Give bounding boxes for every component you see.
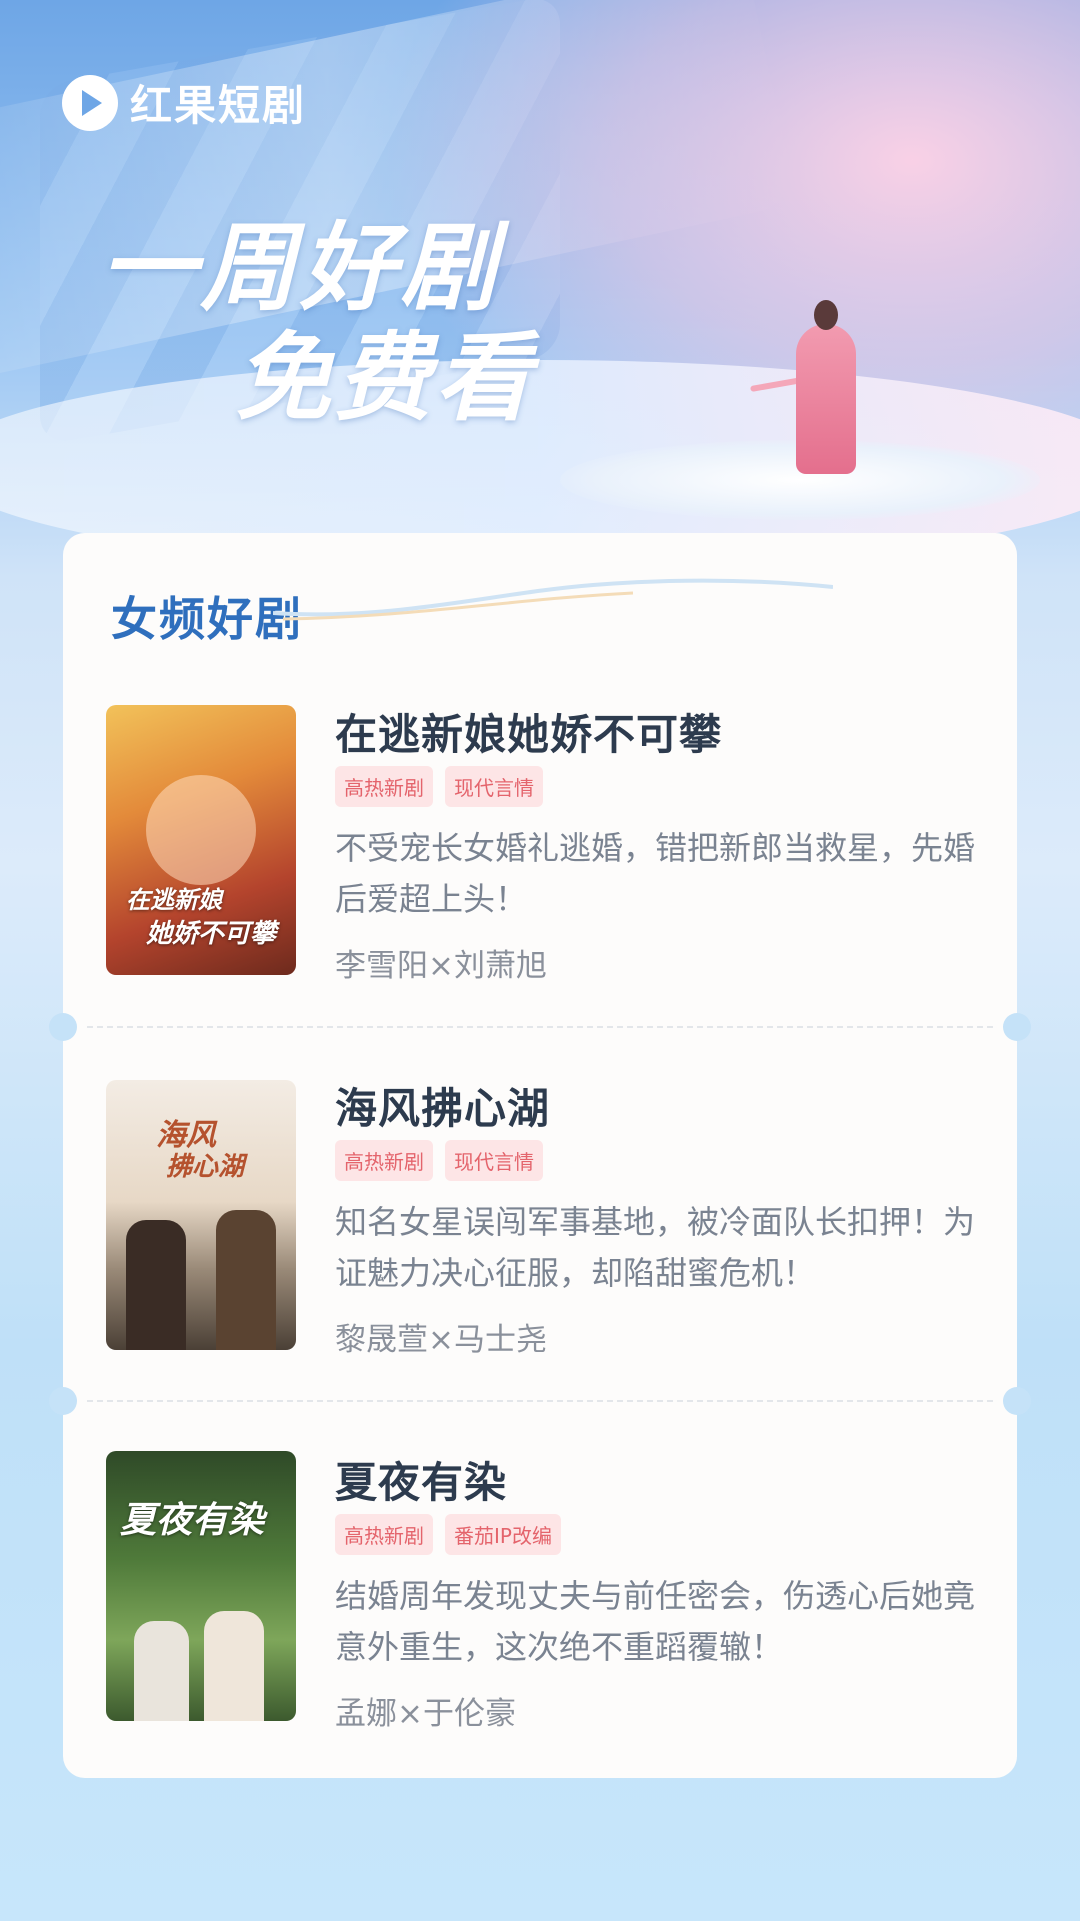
drama-description: 知名女星误闯军事基地，被冷面队长扣押！为证魅力决心征服，却陷甜蜜危机！ [335,1203,976,1292]
drama-cast: 孟娜×于伦豪 [335,1696,516,1732]
tag-badge: 高热新剧 [335,1140,433,1181]
tag-badge: 现代言情 [445,1140,543,1181]
drama-poster[interactable]: 夏夜有染 [106,1451,296,1721]
headline-line2: 免费看 [235,321,535,434]
drama-title[interactable]: 夏夜有染 [335,1449,507,1510]
tag-badge: 番茄IP改编 [445,1514,561,1555]
drama-list-card: 女频好剧 在逃新娘 她娇不可攀 在逃新娘她娇不可攀 高热新剧 现代言情 不受宠长… [49,533,1031,1778]
drama-poster[interactable]: 海风 拂心湖 [106,1080,296,1350]
ticket-notch [49,1013,77,1041]
ticket-notch [49,1387,77,1415]
dashed-divider [87,1026,993,1028]
ticket-notch [1003,1013,1031,1041]
drama-cast: 李雪阳×刘萧旭 [335,948,547,984]
tag-list: 高热新剧 现代言情 [335,1140,543,1181]
drama-title[interactable]: 海风拂心湖 [335,1075,550,1136]
hero-banner: 红果短剧 一周好剧 免费看 [0,0,1080,560]
app-logo: 红果短剧 [62,72,306,133]
drama-item[interactable]: 夏夜有染 夏夜有染 高热新剧 番茄IP改编 结婚周年发现丈夫与前任密会，伤透心后… [63,533,1017,1732]
dashed-divider [87,1400,993,1402]
brand-name: 红果短剧 [130,81,307,130]
tag-badge: 高热新剧 [335,1514,433,1555]
ticket-notch [1003,1387,1031,1415]
drama-cast: 黎晟萱×马士尧 [335,1322,547,1358]
tag-list: 高热新剧 番茄IP改编 [335,1514,561,1555]
woman-figure-illustration [750,300,860,474]
drama-description: 结婚周年发现丈夫与前任密会，伤透心后她竟意外重生，这次绝不重蹈覆辙！ [335,1577,976,1666]
play-logo-icon [62,74,118,131]
